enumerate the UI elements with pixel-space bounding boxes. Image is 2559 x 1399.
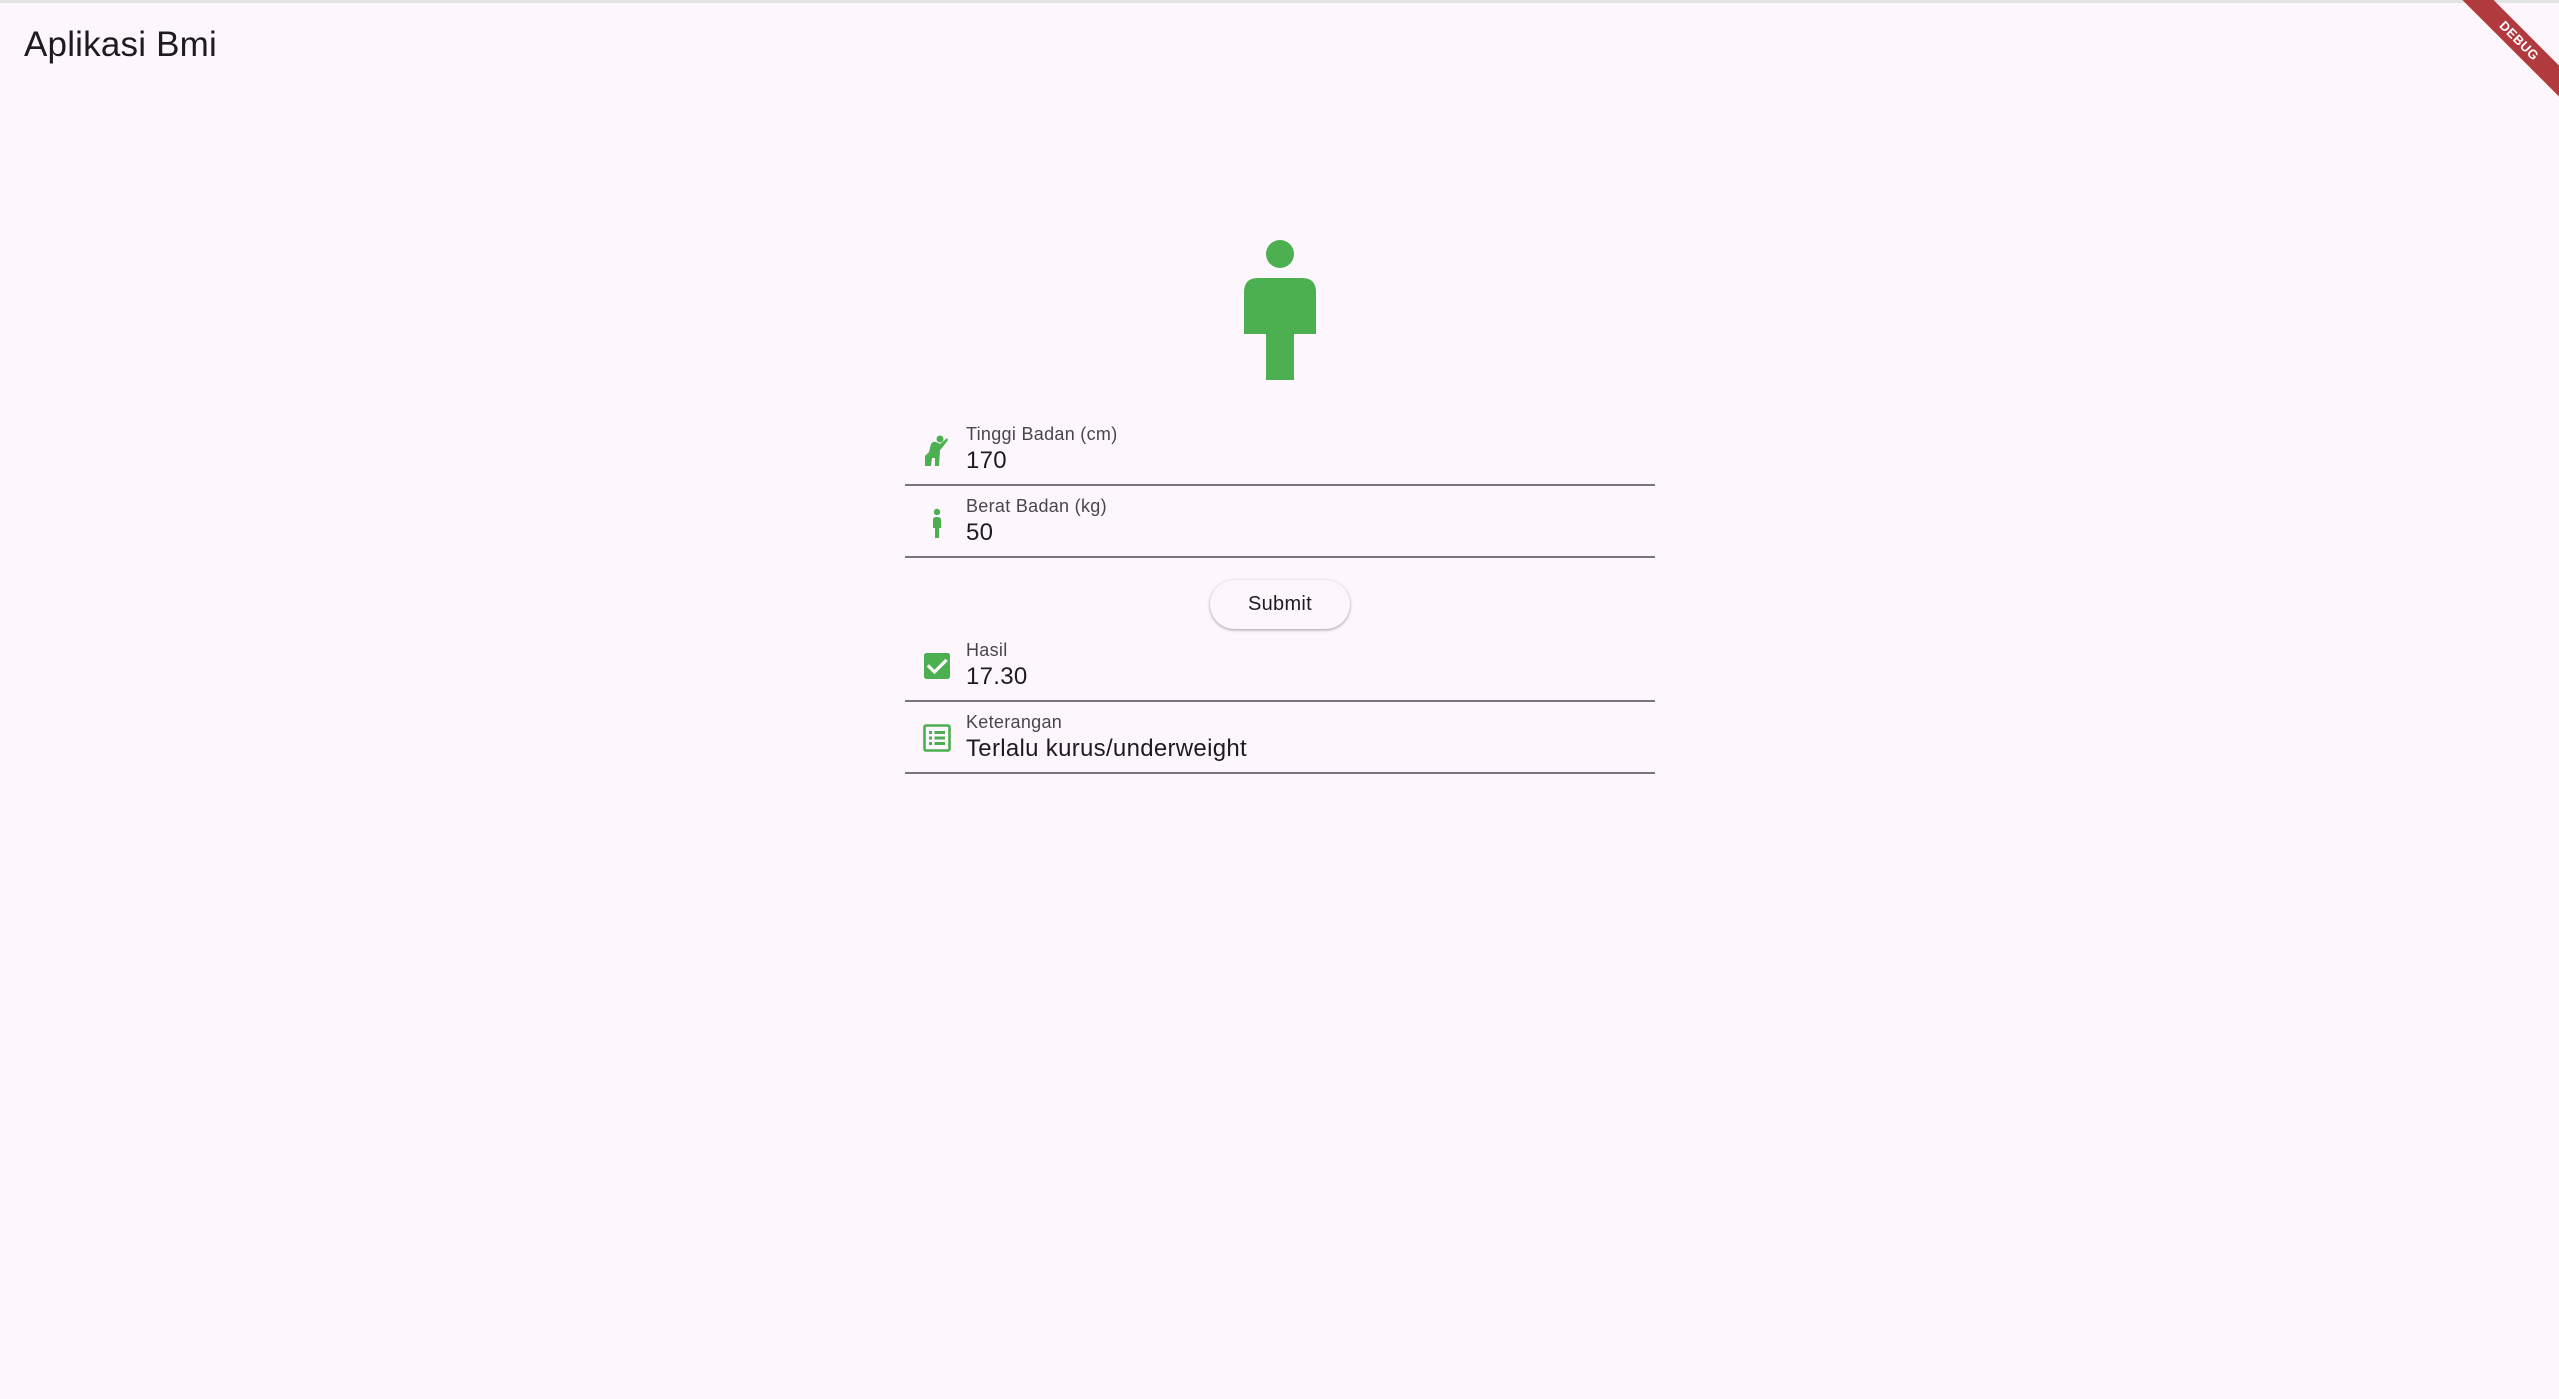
list-alt-icon [923,724,951,752]
submit-button[interactable]: Submit [1210,580,1350,629]
weight-label: Berat Badan (kg) [966,496,1107,516]
check-box-icon [924,653,950,679]
category-value[interactable]: Terlalu kurus/underweight [966,735,1247,763]
accessibility-new-icon [925,435,948,466]
height-label: Tinggi Badan (cm) [966,424,1118,444]
person-icon [1244,240,1316,380]
result-label: Hasil [966,640,1008,660]
debug-banner-label: DEBUG [2459,0,2559,100]
app-bar: Aplikasi Bmi [0,3,2559,93]
result-field[interactable]: Hasil 17.30 [905,630,1655,702]
height-input-value[interactable]: 170 [966,447,1007,475]
weight-field[interactable]: Berat Badan (kg) 50 [905,486,1655,558]
result-value[interactable]: 17.30 [966,663,1028,691]
debug-banner: DEBUG [2459,0,2559,100]
height-field[interactable]: Tinggi Badan (cm) 170 [905,414,1655,486]
app-title: Aplikasi Bmi [24,25,218,64]
category-label: Keterangan [966,712,1063,732]
weight-input-value[interactable]: 50 [966,519,993,547]
category-field[interactable]: Keterangan Terlalu kurus/underweight [905,702,1655,774]
person-small-icon [933,508,941,538]
